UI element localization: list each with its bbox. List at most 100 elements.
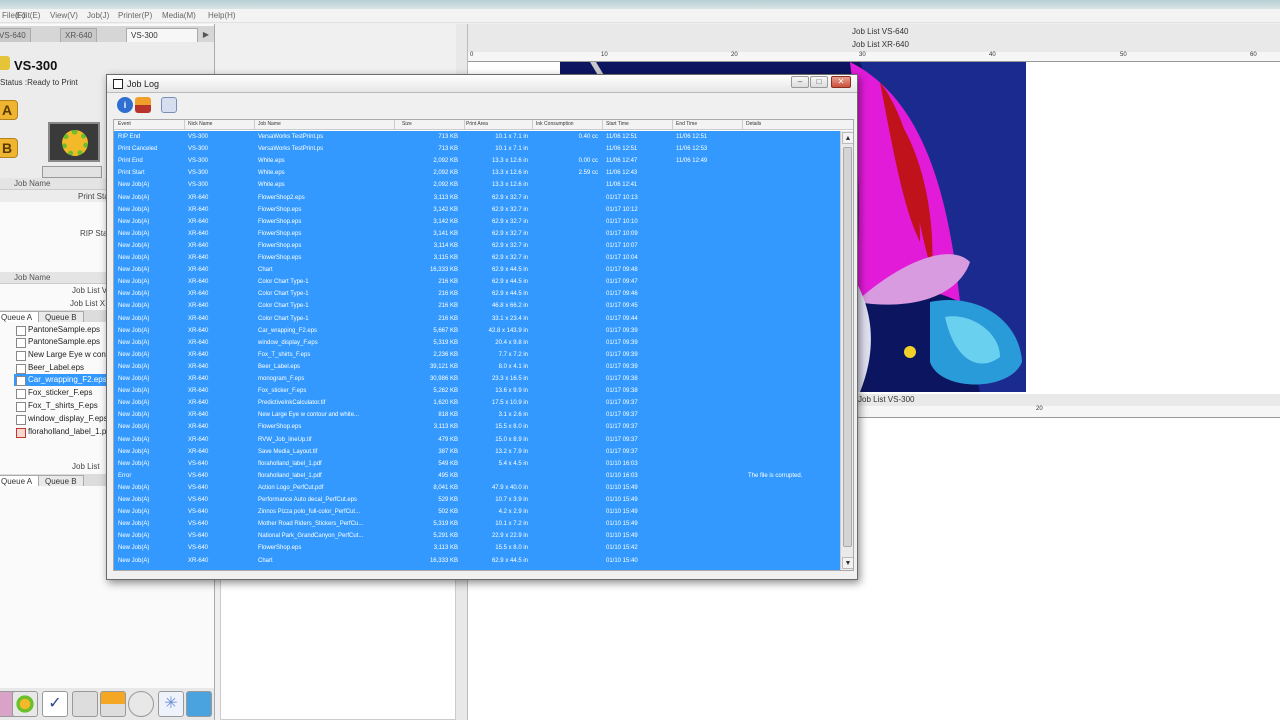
menu-job[interactable]: Job(J)	[87, 11, 109, 20]
job-log-row[interactable]: New Job(A) XR-640 FlowerShop.eps 3,141 KB 62…	[114, 228, 840, 240]
menu-printer[interactable]: Printer(P)	[118, 11, 152, 20]
layout-icon[interactable]	[72, 691, 98, 717]
column-header-job-name[interactable]: Job Name	[258, 121, 281, 127]
queue-file-item[interactable]: New Large Eye w contour	[14, 349, 110, 361]
column-divider[interactable]	[254, 120, 255, 130]
column-divider[interactable]	[672, 120, 673, 130]
printer-tab-vs640[interactable]: VS-640	[0, 28, 31, 42]
queue-file-item[interactable]: Fox_sticker_F.eps	[14, 387, 110, 399]
column-header-event[interactable]: Event	[118, 121, 131, 127]
job-log-row[interactable]: New Job(A) XR-640 monogram_F.eps 30,986 KB 2…	[114, 373, 840, 385]
job-log-row[interactable]: New Job(A) XR-640 FlowerShop.eps 3,142 KB 62…	[114, 204, 840, 216]
info-icon[interactable]: i	[117, 97, 133, 113]
column-header-end-time[interactable]: End Time	[676, 121, 697, 127]
queue-b-tab-lower[interactable]: Queue B	[38, 475, 84, 486]
print-log-icon[interactable]	[161, 97, 177, 113]
trash-icon[interactable]	[186, 691, 212, 717]
column-divider[interactable]	[184, 120, 185, 130]
column-header-details[interactable]: Details	[746, 121, 761, 127]
tab-scroll-right-icon[interactable]: ▶	[200, 28, 212, 42]
job-log-row[interactable]: New Job(A) XR-640 Fox_sticker_F.eps 5,262 K…	[114, 385, 840, 397]
queue-file-item[interactable]: Fox_T_shirts_F.eps	[14, 400, 110, 412]
maximize-icon[interactable]: □	[810, 76, 828, 88]
menu-media[interactable]: Media(M)	[162, 11, 196, 20]
job-log-row[interactable]: New Job(A) VS-640 Zinnos Pizza polo_full-c…	[114, 506, 840, 518]
column-header-nick-name[interactable]: Nick Name	[188, 121, 212, 127]
printer-tab-vs300[interactable]: VS-300	[126, 28, 198, 42]
queue-a-tab-lower[interactable]: Queue A	[0, 475, 40, 486]
sparkle-icon[interactable]: ✳	[158, 691, 184, 717]
job-log-row[interactable]: Print Start VS-300 White.eps 2,092 KB 13.3 x…	[114, 167, 840, 179]
printer-tab-xr640[interactable]: XR-640	[60, 28, 98, 42]
queue-a-button[interactable]: A	[0, 100, 18, 120]
job-log-row[interactable]: New Job(A) XR-640 Chart 16,333 KB 62.9 x 44.…	[114, 555, 840, 567]
queue-file-item[interactable]: floraholland_label_1.pdf	[14, 426, 110, 438]
column-divider[interactable]	[532, 120, 533, 130]
scroll-down-icon[interactable]: ▼	[842, 557, 853, 569]
job-log-row[interactable]: New Job(A) XR-640 Color Chart Type-1 216 KB…	[114, 313, 840, 325]
job-log-row[interactable]: New Job(A) VS-640 Action Logo_PerfCut.pdf 8…	[114, 482, 840, 494]
scroll-thumb[interactable]	[843, 147, 852, 547]
queue-file-item[interactable]: PantoneSample.eps	[14, 336, 110, 348]
column-header-print-area[interactable]: Print Area	[466, 121, 488, 127]
job-log-row[interactable]: New Job(A) XR-640 Color Chart Type-1 216 KB…	[114, 300, 840, 312]
column-divider[interactable]	[742, 120, 743, 130]
job-log-row[interactable]: New Job(A) XR-640 FlowerShop.eps 3,113 KB 15…	[114, 421, 840, 433]
job-log-row[interactable]: New Job(A) XR-640 Color Chart Type-1 216 KB…	[114, 288, 840, 300]
job-log-row[interactable]: Print Canceled VS-300 VersaWorks TestPrint…	[114, 143, 840, 155]
job-log-titlebar[interactable]: Job Log – □ ✕	[107, 75, 857, 93]
job-log-row[interactable]: New Job(A) VS-640 Mother Road Riders_Stick…	[114, 518, 840, 530]
stop-icon[interactable]	[128, 691, 154, 717]
queue-file-item[interactable]: Beer_Label.eps	[14, 362, 110, 374]
column-header-start-time[interactable]: Start Time	[606, 121, 629, 127]
menu-edit[interactable]: Edit(E)	[16, 11, 40, 20]
job-log-row[interactable]: New Job(A) XR-640 FlowerShop2.eps 3,113 KB 6…	[114, 192, 840, 204]
job-log-row[interactable]: New Job(A) VS-640 floraholland_label_1.pdf…	[114, 458, 840, 470]
gear-icon[interactable]	[12, 691, 38, 717]
column-divider[interactable]	[394, 120, 395, 130]
queue-a-tab[interactable]: Queue A	[0, 311, 40, 322]
job-log-row[interactable]: New Job(A) XR-640 Chart 16,333 KB 62.9 x 44.…	[114, 264, 840, 276]
job-log-row[interactable]: New Job(A) XR-640 Save Media_Layout.tif 387…	[114, 446, 840, 458]
job-log-row[interactable]: New Job(A) XR-640 FlowerShop.eps 3,142 KB 62…	[114, 216, 840, 228]
column-header-size[interactable]: Size	[402, 121, 412, 127]
job-log-row[interactable]: Print End VS-300 White.eps 2,092 KB 13.3 x 1…	[114, 155, 840, 167]
scroll-up-icon[interactable]: ▲	[842, 132, 853, 144]
job-log-row[interactable]: New Job(A) VS-300 White.eps 2,092 KB 13.3 x …	[114, 179, 840, 191]
job-log-row[interactable]: New Job(A) VS-640 Performance Auto decal_P…	[114, 494, 840, 506]
close-icon[interactable]: ✕	[831, 76, 851, 88]
queue-b-tab[interactable]: Queue B	[38, 311, 84, 322]
job-log-row[interactable]: New Job(A) XR-640 Beer_Label.eps 39,121 KB 8…	[114, 361, 840, 373]
menu-help[interactable]: Help(H)	[208, 11, 236, 20]
column-divider[interactable]	[464, 120, 465, 130]
nick-name-cell: XR-640	[188, 376, 209, 382]
column-header-ink-consumption[interactable]: Ink Consumption	[536, 121, 574, 127]
job-log-row[interactable]: New Job(A) XR-640 FlowerShop.eps 3,114 KB 62…	[114, 240, 840, 252]
job-log-row[interactable]: New Job(A) VS-640 National Park_GrandCanyo…	[114, 530, 840, 542]
minimize-icon[interactable]: –	[791, 76, 809, 88]
job-log-row[interactable]: RIP End VS-300 VersaWorks TestPrint.ps 713 …	[114, 131, 840, 143]
job-log-row[interactable]: Error VS-640 floraholland_label_1.pdf 495 K…	[114, 470, 840, 482]
export-log-icon[interactable]	[135, 97, 151, 113]
queue-b-button[interactable]: B	[0, 138, 18, 158]
queue-file-item[interactable]: PantoneSample.eps	[14, 324, 110, 336]
job-log-row[interactable]: New Job(A) XR-640 Car_wrapping_F2.eps 5,667…	[114, 325, 840, 337]
queue-file-item-selected[interactable]: Car_wrapping_F2.eps	[14, 374, 110, 386]
column-divider[interactable]	[602, 120, 603, 130]
job-log-row[interactable]: New Job(A) XR-640 Fox_T_shirts_F.eps 2,236 …	[114, 349, 840, 361]
queue-file-item[interactable]: window_display_F.eps	[14, 413, 110, 425]
job-log-row[interactable]: New Job(A) XR-640 RVW_Job_lineUp.tif 479 KB…	[114, 434, 840, 446]
check-icon[interactable]: ✓	[42, 691, 68, 717]
job-log-row[interactable]: New Job(A) XR-640 Color Chart Type-1 216 KB…	[114, 276, 840, 288]
job-log-row[interactable]: New Job(A) XR-640 FlowerShop.eps 3,115 KB 62…	[114, 252, 840, 264]
printer-settings-button[interactable]	[48, 122, 100, 162]
start-time-cell: 01/17 10:09	[606, 230, 638, 237]
job-log-row[interactable]: New Job(A) XR-640 New Large Eye w contour …	[114, 409, 840, 421]
rip-icon[interactable]	[100, 691, 126, 717]
nick-name-cell: XR-640	[188, 194, 209, 201]
job-log-row[interactable]: New Job(A) XR-640 PredictiveInkCalculator.…	[114, 397, 840, 409]
menu-view[interactable]: View(V)	[50, 11, 78, 20]
job-log-row[interactable]: New Job(A) VS-640 FlowerShop.eps 3,113 KB 15…	[114, 542, 840, 554]
job-log-scrollbar[interactable]: ▲ ▼	[840, 131, 853, 570]
job-log-row[interactable]: New Job(A) XR-640 window_display_F.eps 5,31…	[114, 337, 840, 349]
